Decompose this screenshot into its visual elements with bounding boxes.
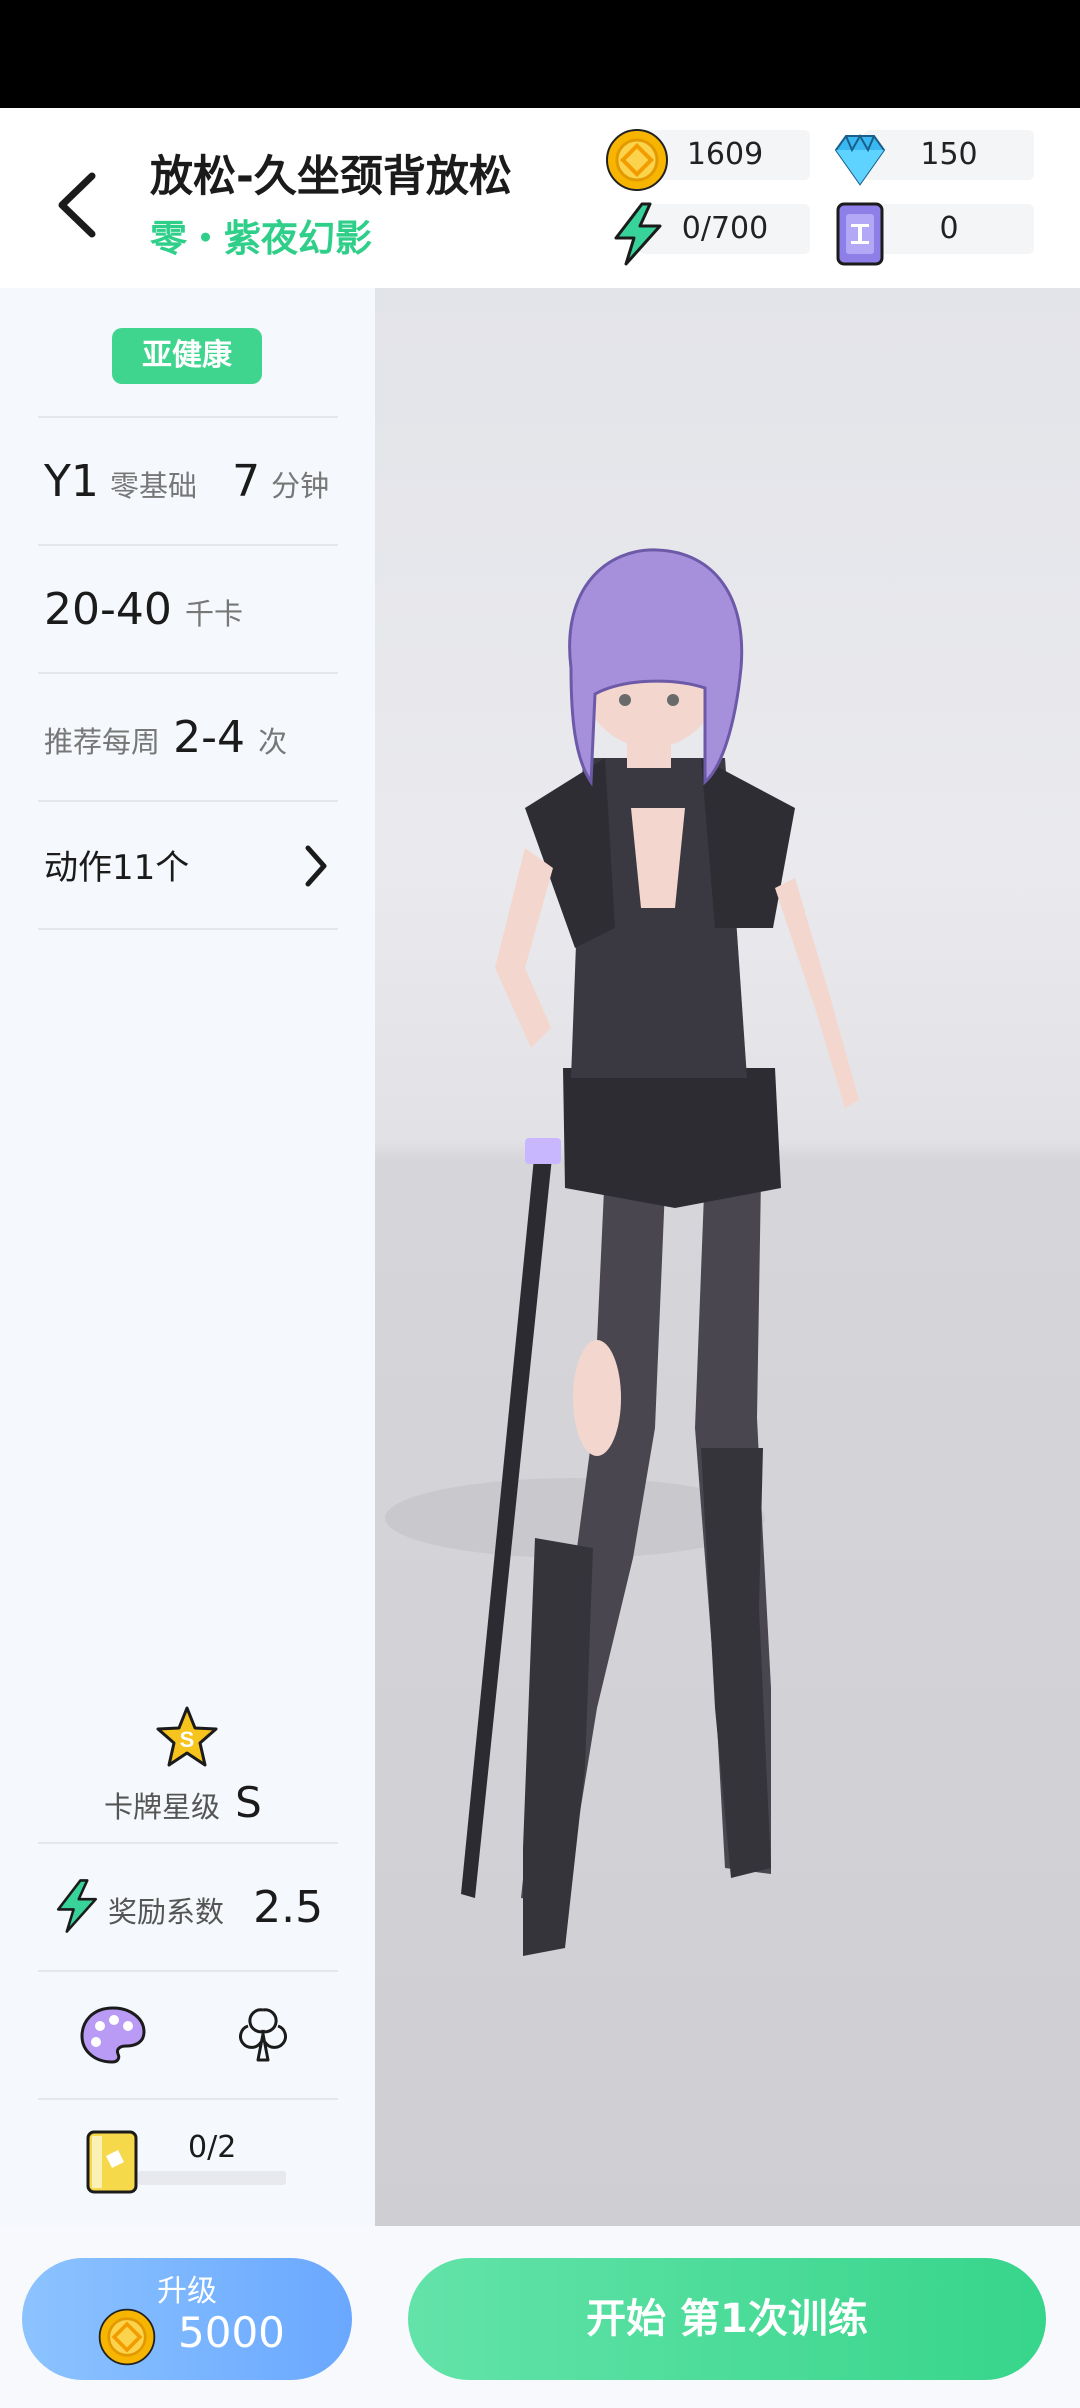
character-viewport[interactable] (375, 288, 1080, 2226)
shard-card-icon (86, 2130, 138, 2194)
reward-label: 奖励系数 (108, 1895, 225, 1929)
divider (38, 2098, 338, 2100)
duration-value: 7 (232, 456, 261, 507)
card-rank-label: 卡牌星级 (104, 1790, 221, 1824)
reward-value: 2.5 (253, 1882, 324, 1933)
bottom-bar: 升级 5000 开始 第1次训练 (0, 2226, 1080, 2408)
page-title: 放松-久坐颈背放松 (150, 152, 512, 202)
status-bar (0, 0, 1080, 108)
right-arm (775, 878, 859, 1108)
health-tag: 亚健康 (112, 328, 262, 384)
palette-icon[interactable] (78, 2004, 148, 2066)
left-eye (619, 694, 631, 706)
star-s-icon: S (156, 1706, 218, 1767)
duration-unit: 分钟 (271, 469, 330, 503)
sidebar: 亚健康 Y1 零基础 7 分钟 20-40 千卡 推荐每周 2-4 次 动作11… (0, 288, 375, 2226)
calories-value: 20-40 (44, 584, 172, 635)
divider (38, 672, 338, 674)
upgrade-cost: 5000 (178, 2308, 285, 2357)
level-code: Y1 (44, 456, 99, 507)
weekly-prefix: 推荐每周 (44, 725, 161, 759)
calories-unit: 千卡 (184, 597, 243, 631)
upgrade-label: 升级 (157, 2274, 217, 2309)
coin-icon (606, 129, 668, 191)
right-eye (667, 694, 679, 706)
card-rank-row: 卡牌星级 S (104, 1778, 262, 1827)
left-boot (523, 1538, 593, 1956)
actions-label: 动作11个 (44, 848, 190, 888)
weekly-row: 推荐每周 2-4 次 (44, 712, 287, 763)
character-name: 零・紫夜幻影 (150, 217, 372, 260)
upgrade-button[interactable]: 升级 5000 (22, 2258, 352, 2380)
card-rank-value: S (235, 1778, 262, 1827)
club-icon[interactable] (232, 2004, 294, 2066)
level-duration-row: Y1 零基础 7 分钟 (44, 456, 329, 507)
glowing-device (525, 1138, 561, 1164)
divider (38, 416, 338, 418)
leg-cutout (573, 1340, 621, 1456)
divider (38, 544, 338, 546)
level-label: 零基础 (109, 469, 197, 503)
lightning-icon (614, 202, 662, 266)
shorts (563, 1068, 781, 1208)
divider (38, 928, 338, 930)
right-boot (701, 1448, 771, 1878)
shards-progress-text: 0/2 (188, 2130, 237, 2165)
weekly-unit: 次 (258, 725, 288, 759)
chevron-right-icon (305, 845, 327, 887)
ticket-icon (836, 202, 884, 266)
calories-row: 20-40 千卡 (44, 584, 243, 635)
diamond-icon (834, 133, 886, 186)
start-training-button[interactable]: 开始 第1次训练 (408, 2258, 1046, 2380)
divider (38, 1842, 338, 1844)
actions-link[interactable]: 动作11个 (44, 840, 334, 889)
shards-progress-bar (138, 2171, 286, 2185)
reward-row: 奖励系数 2.5 (108, 1882, 323, 1933)
divider (38, 1970, 338, 1972)
divider (38, 800, 338, 802)
lightning-icon (56, 1879, 98, 1933)
coin-icon (98, 2308, 156, 2366)
star-letter: S (180, 1727, 195, 1752)
back-chevron-icon[interactable] (52, 170, 102, 240)
character-model (385, 548, 859, 1956)
weekly-value: 2-4 (173, 712, 245, 763)
header: 放松-久坐颈背放松 零・紫夜幻影 1609 150 0/700 0 (0, 108, 1080, 289)
left-arm (495, 848, 553, 1048)
